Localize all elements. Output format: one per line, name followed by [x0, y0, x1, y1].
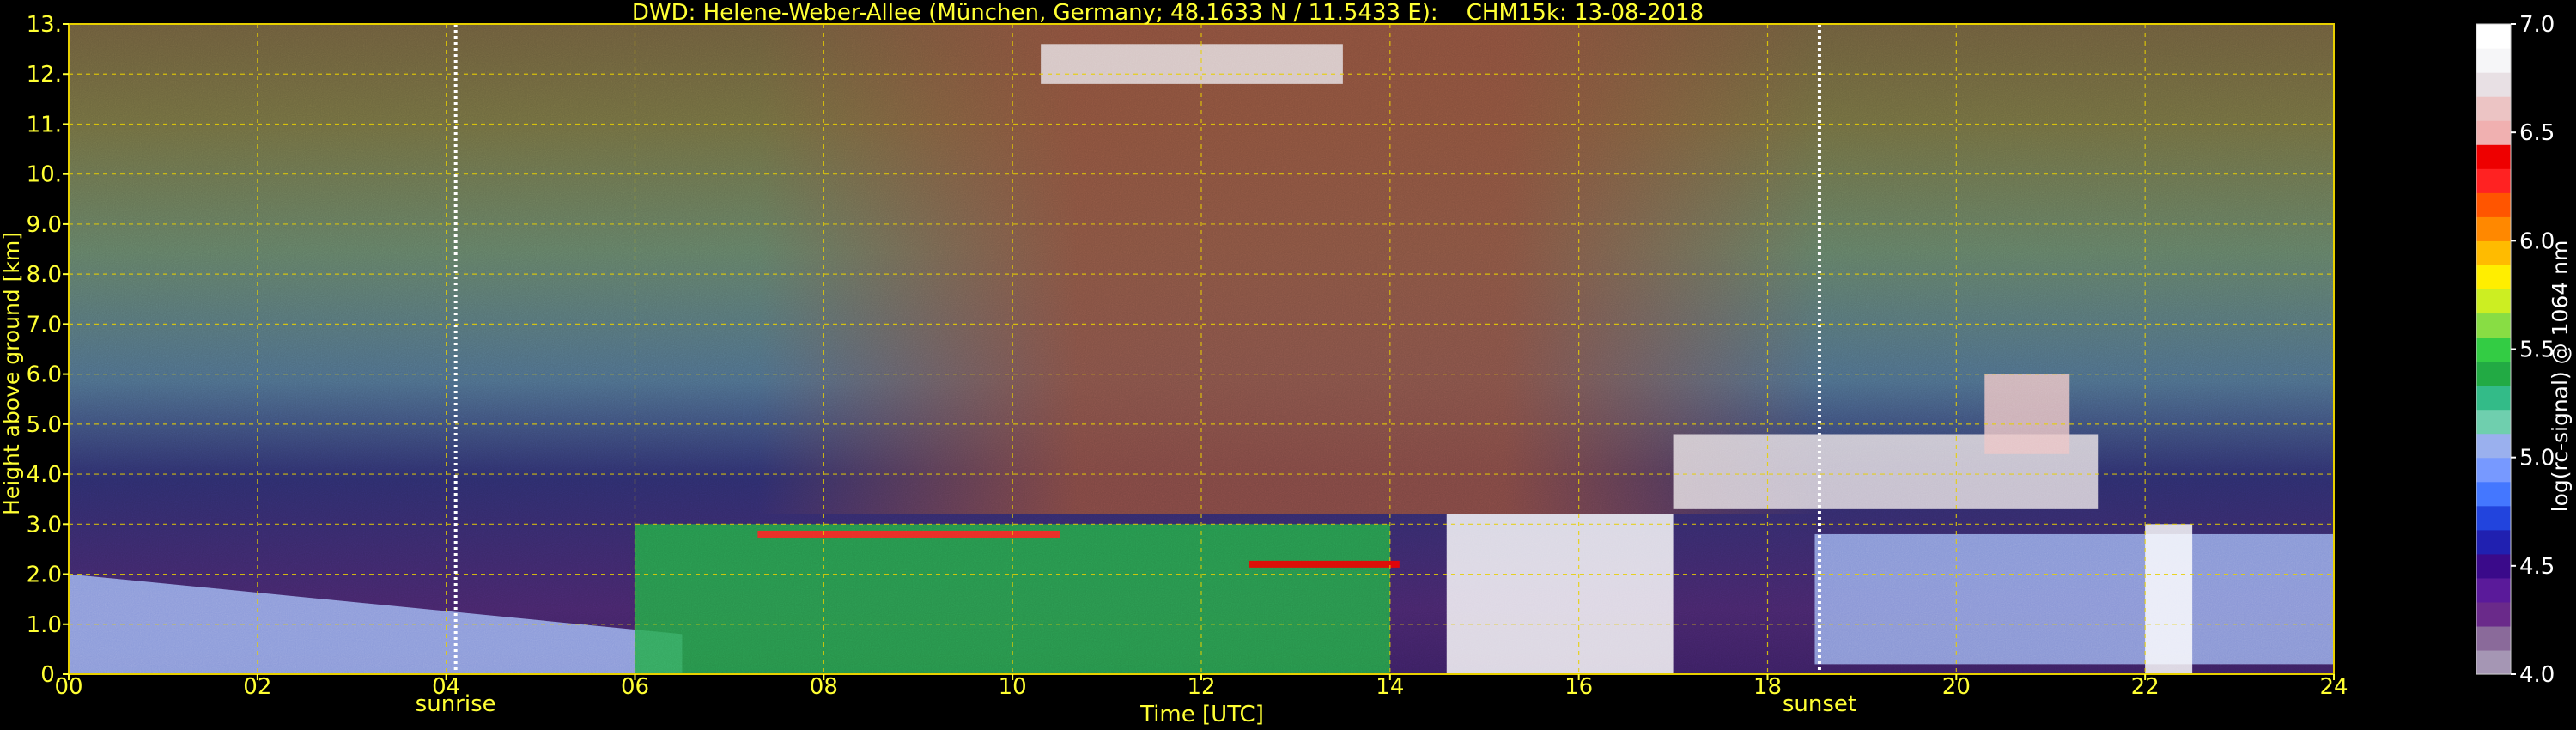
colorbar-segment	[2476, 553, 2511, 579]
colorbar: 4.04.55.05.56.06.57.0	[2476, 12, 2555, 688]
x-tick-label: 04	[432, 674, 460, 700]
x-tick-label: 12	[1187, 674, 1215, 700]
colorbar-segment	[2476, 48, 2511, 73]
colorbar-segment	[2476, 168, 2511, 193]
colorbar-segment	[2476, 625, 2511, 651]
y-tick-label: 1.0	[27, 612, 62, 638]
colorbar-segment	[2476, 577, 2511, 603]
y-tick-label: 0.	[40, 662, 62, 688]
colorbar-segment	[2476, 457, 2511, 483]
colorbar-segment	[2476, 649, 2511, 675]
colorbar-segment	[2476, 144, 2511, 169]
x-tick-label: 20	[1942, 674, 1971, 700]
colorbar-segment	[2476, 481, 2511, 507]
colorbar-segment	[2476, 409, 2511, 435]
y-tick-label: 2.0	[27, 563, 62, 588]
colorbar-tick-label: 4.5	[2519, 554, 2555, 580]
y-tick-label: 13.	[27, 12, 62, 38]
x-tick-label: 10	[999, 674, 1027, 700]
y-tick-label: 6.0	[27, 362, 62, 388]
y-axis: 0. 1.0 2.0 3.0 4.0 5.0 6.0 7.0 8.0 9.0 10. 11. 12. 13…	[27, 12, 69, 688]
colorbar-tick-label: 7.0	[2519, 12, 2555, 38]
x-tick-label: 02	[243, 674, 271, 700]
x-tick-label: 22	[2131, 674, 2160, 700]
colorbar-segment	[2476, 72, 2511, 97]
marker-label-sunset: sunset	[1783, 691, 1856, 717]
y-axis-label: Height above ground [km]	[0, 232, 24, 515]
y-tick-label: 11.	[27, 112, 62, 137]
x-tick-label: 24	[2319, 674, 2348, 700]
x-tick-label: 18	[1753, 674, 1782, 700]
chart-title: DWD: Helene-Weber-Allee (München, German…	[632, 0, 1704, 26]
colorbar-tick-label: 4.0	[2519, 662, 2555, 688]
colorbar-segment	[2476, 433, 2511, 459]
x-tick-label: 16	[1564, 674, 1593, 700]
colorbar-segment	[2476, 265, 2511, 290]
y-tick-label: 9.0	[27, 212, 62, 238]
y-tick-label: 3.0	[27, 512, 62, 538]
y-tick-label: 12.	[27, 62, 62, 88]
y-tick-label: 10.	[27, 162, 62, 188]
colorbar-segment	[2476, 240, 2511, 265]
colorbar-segment	[2476, 385, 2511, 411]
colorbar-segment	[2476, 289, 2511, 314]
x-tick-label: 14	[1376, 674, 1404, 700]
colorbar-segment	[2476, 601, 2511, 627]
colorbar-segment	[2476, 216, 2511, 241]
x-tick-label: 06	[621, 674, 649, 700]
colorbar-segment	[2476, 505, 2511, 531]
y-tick-label: 5.0	[27, 412, 62, 438]
x-axis-label: Time [UTC]	[1139, 702, 1264, 727]
colorbar-segment	[2476, 337, 2511, 362]
y-tick-label: 8.0	[27, 262, 62, 288]
ceilometer-chart: sunrise sunset00 02 04 06 08 10 12 14 16 18 20 22 24 …	[0, 0, 2573, 727]
colorbar-segment	[2476, 361, 2511, 386]
colorbar-segment	[2476, 24, 2511, 49]
colorbar-segment	[2476, 96, 2511, 121]
colorbar-segment	[2476, 192, 2511, 217]
colorbar-tick-label: 6.5	[2519, 120, 2555, 146]
colorbar-segment	[2476, 313, 2511, 338]
y-tick-label: 4.0	[27, 462, 62, 488]
x-tick-label: 08	[810, 674, 838, 700]
plot-area	[68, 23, 2335, 675]
colorbar-segment	[2476, 120, 2511, 145]
colorbar-label: log(rc-signal) @ 1064 nm	[2548, 240, 2573, 513]
y-tick-label: 7.0	[27, 312, 62, 338]
colorbar-segment	[2476, 529, 2511, 555]
